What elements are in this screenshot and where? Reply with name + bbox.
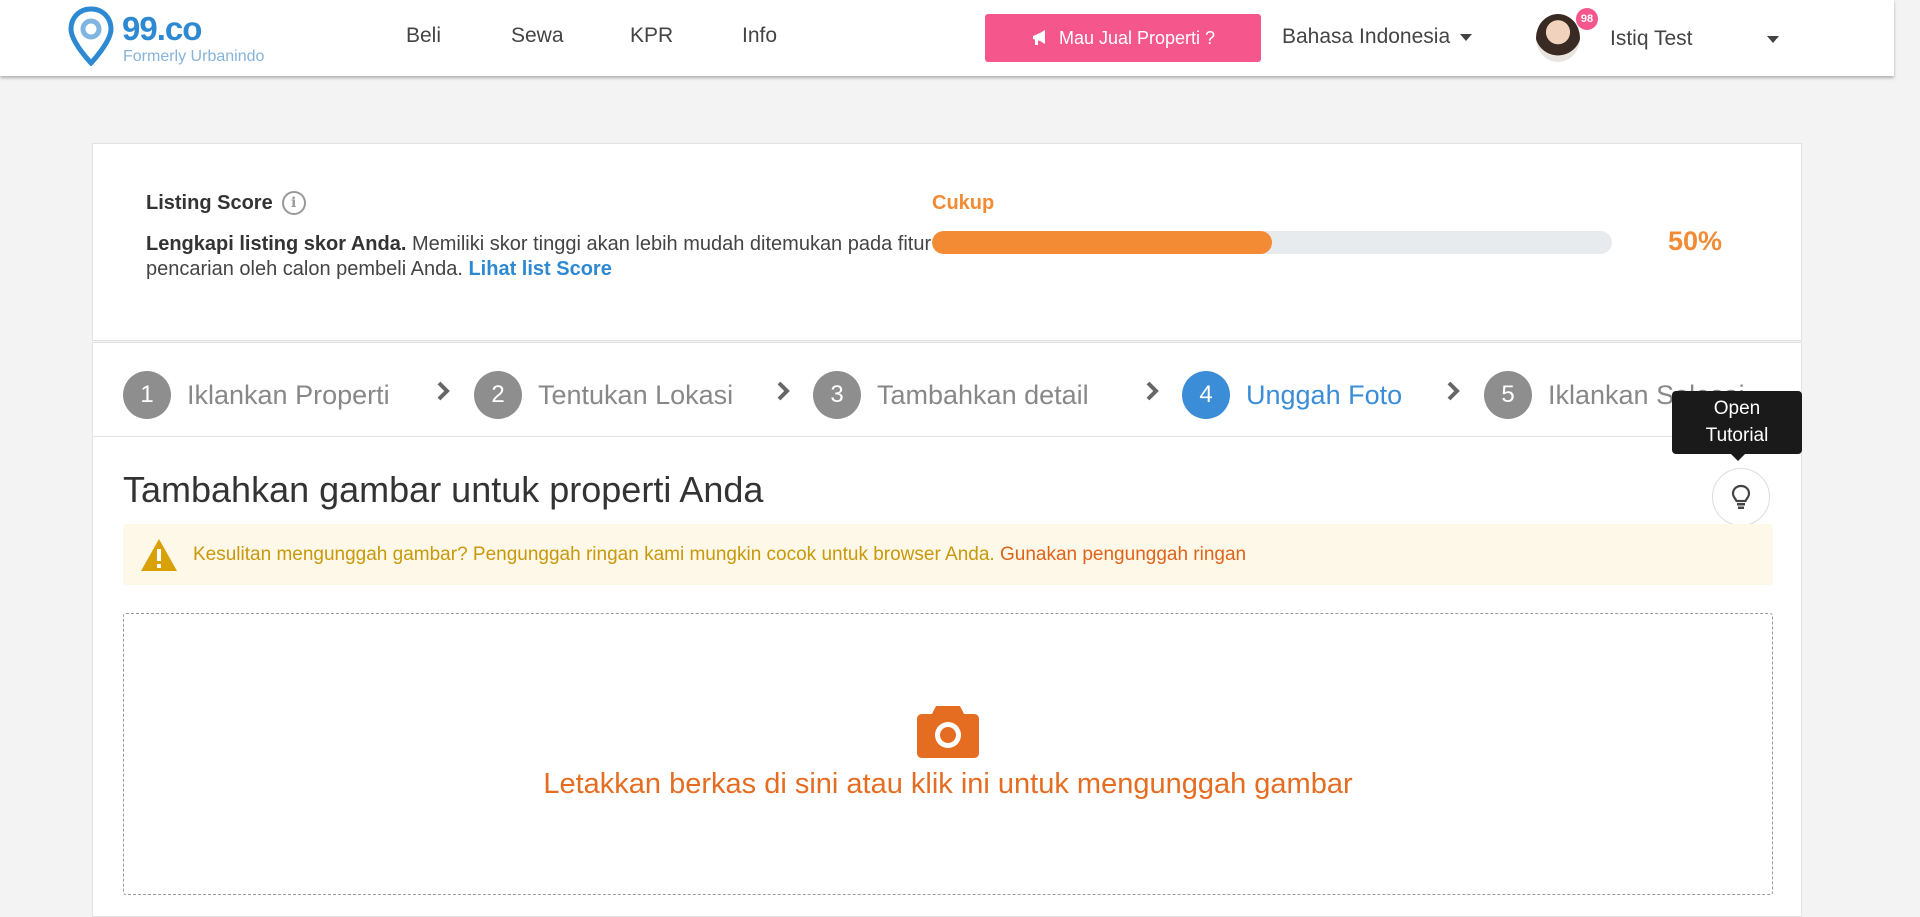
language-label: Bahasa Indonesia — [1282, 25, 1451, 48]
megaphone-icon — [1032, 30, 1045, 45]
tooltip-arrow — [1731, 454, 1745, 461]
tooltip-text: Open Tutorial — [1705, 398, 1769, 446]
nav-kpr[interactable]: KPR — [630, 24, 673, 48]
step-number: 4 — [1182, 371, 1230, 419]
step-iklankan-properti[interactable]: 1 Iklankan Properti — [123, 371, 390, 419]
listing-score-card: Listing Score i Lengkapi listing skor An… — [92, 143, 1802, 341]
listing-score-description: Lengkapi listing skor Anda. Memiliki sko… — [146, 232, 936, 282]
logo-tagline: Formerly Urbanindo — [123, 48, 265, 65]
step-label: Tentukan Lokasi — [538, 379, 734, 410]
score-level-label: Cukup — [932, 192, 995, 214]
score-percentage: 50% — [1668, 226, 1723, 256]
avatar[interactable] — [1536, 14, 1580, 62]
step-number: 2 — [474, 371, 522, 419]
score-list-link[interactable]: Lihat list Score — [468, 258, 611, 280]
nav-beli[interactable]: Beli — [406, 24, 441, 48]
chevron-right-icon — [1447, 381, 1460, 401]
warning-text: Kesulitan mengunggah gambar? Pengunggah … — [193, 543, 995, 565]
lightbulb-icon — [1731, 484, 1751, 509]
caret-down-icon — [1460, 33, 1473, 41]
open-tutorial-button[interactable] — [1712, 468, 1770, 526]
step-number: 1 — [123, 371, 171, 419]
warning-icon — [141, 538, 177, 571]
listing-score-heading: Listing Score i — [146, 191, 306, 215]
uploader-warning: Kesulitan mengunggah gambar? Pengunggah … — [123, 524, 1773, 585]
open-tutorial-tooltip: Open Tutorial — [1672, 391, 1802, 461]
step-number: 5 — [1484, 371, 1532, 419]
score-progress-bar — [932, 231, 1612, 254]
notification-badge[interactable]: 98 — [1576, 8, 1598, 30]
progress-steps: 1 Iklankan Properti 2 Tentukan Lokasi 3 … — [92, 342, 1802, 437]
user-menu-caret-icon[interactable] — [1767, 36, 1779, 43]
language-selector[interactable]: Bahasa Indonesia — [1282, 25, 1473, 49]
step-unggah-foto[interactable]: 4 Unggah Foto — [1182, 371, 1402, 419]
map-pin-logo-icon — [68, 6, 114, 66]
camera-icon — [917, 706, 979, 758]
top-navbar: 99.co Formerly Urbanindo Beli Sewa KPR I… — [0, 0, 1894, 76]
step-label: Unggah Foto — [1246, 379, 1403, 410]
chevron-right-icon — [1146, 381, 1159, 401]
nav-sewa[interactable]: Sewa — [511, 24, 564, 48]
page-title: Tambahkan gambar untuk properti Anda — [123, 469, 764, 510]
info-icon[interactable]: i — [281, 191, 306, 215]
light-uploader-link[interactable]: Gunakan pengunggah ringan — [1000, 544, 1246, 565]
chevron-right-icon — [437, 381, 450, 401]
drop-zone-text: Letakkan berkas di sini atau klik ini un… — [543, 768, 1353, 800]
step-tentukan-lokasi[interactable]: 2 Tentukan Lokasi — [474, 371, 733, 419]
step-tambahkan-detail[interactable]: 3 Tambahkan detail — [813, 371, 1089, 419]
photo-upload-section: Tambahkan gambar untuk properti Anda Kes… — [92, 437, 1802, 917]
step-label: Tambahkan detail — [877, 379, 1089, 410]
nav-info[interactable]: Info — [742, 24, 777, 48]
chevron-right-icon — [777, 381, 790, 401]
listing-score-title: Listing Score — [146, 191, 273, 214]
sell-property-button[interactable]: Mau Jual Properti ? — [985, 14, 1261, 62]
sell-property-label: Mau Jual Properti ? — [1058, 27, 1216, 48]
step-label: Iklankan Properti — [187, 379, 390, 410]
user-name[interactable]: Istiq Test — [1610, 27, 1692, 51]
image-drop-zone[interactable]: Letakkan berkas di sini atau klik ini un… — [123, 613, 1773, 895]
score-desc-bold: Lengkapi listing skor Anda. — [146, 233, 407, 255]
score-progress-fill — [932, 231, 1272, 254]
logo-name: 99.co — [122, 10, 202, 47]
step-number: 3 — [813, 371, 861, 419]
site-logo[interactable]: 99.co Formerly Urbanindo — [68, 6, 298, 68]
